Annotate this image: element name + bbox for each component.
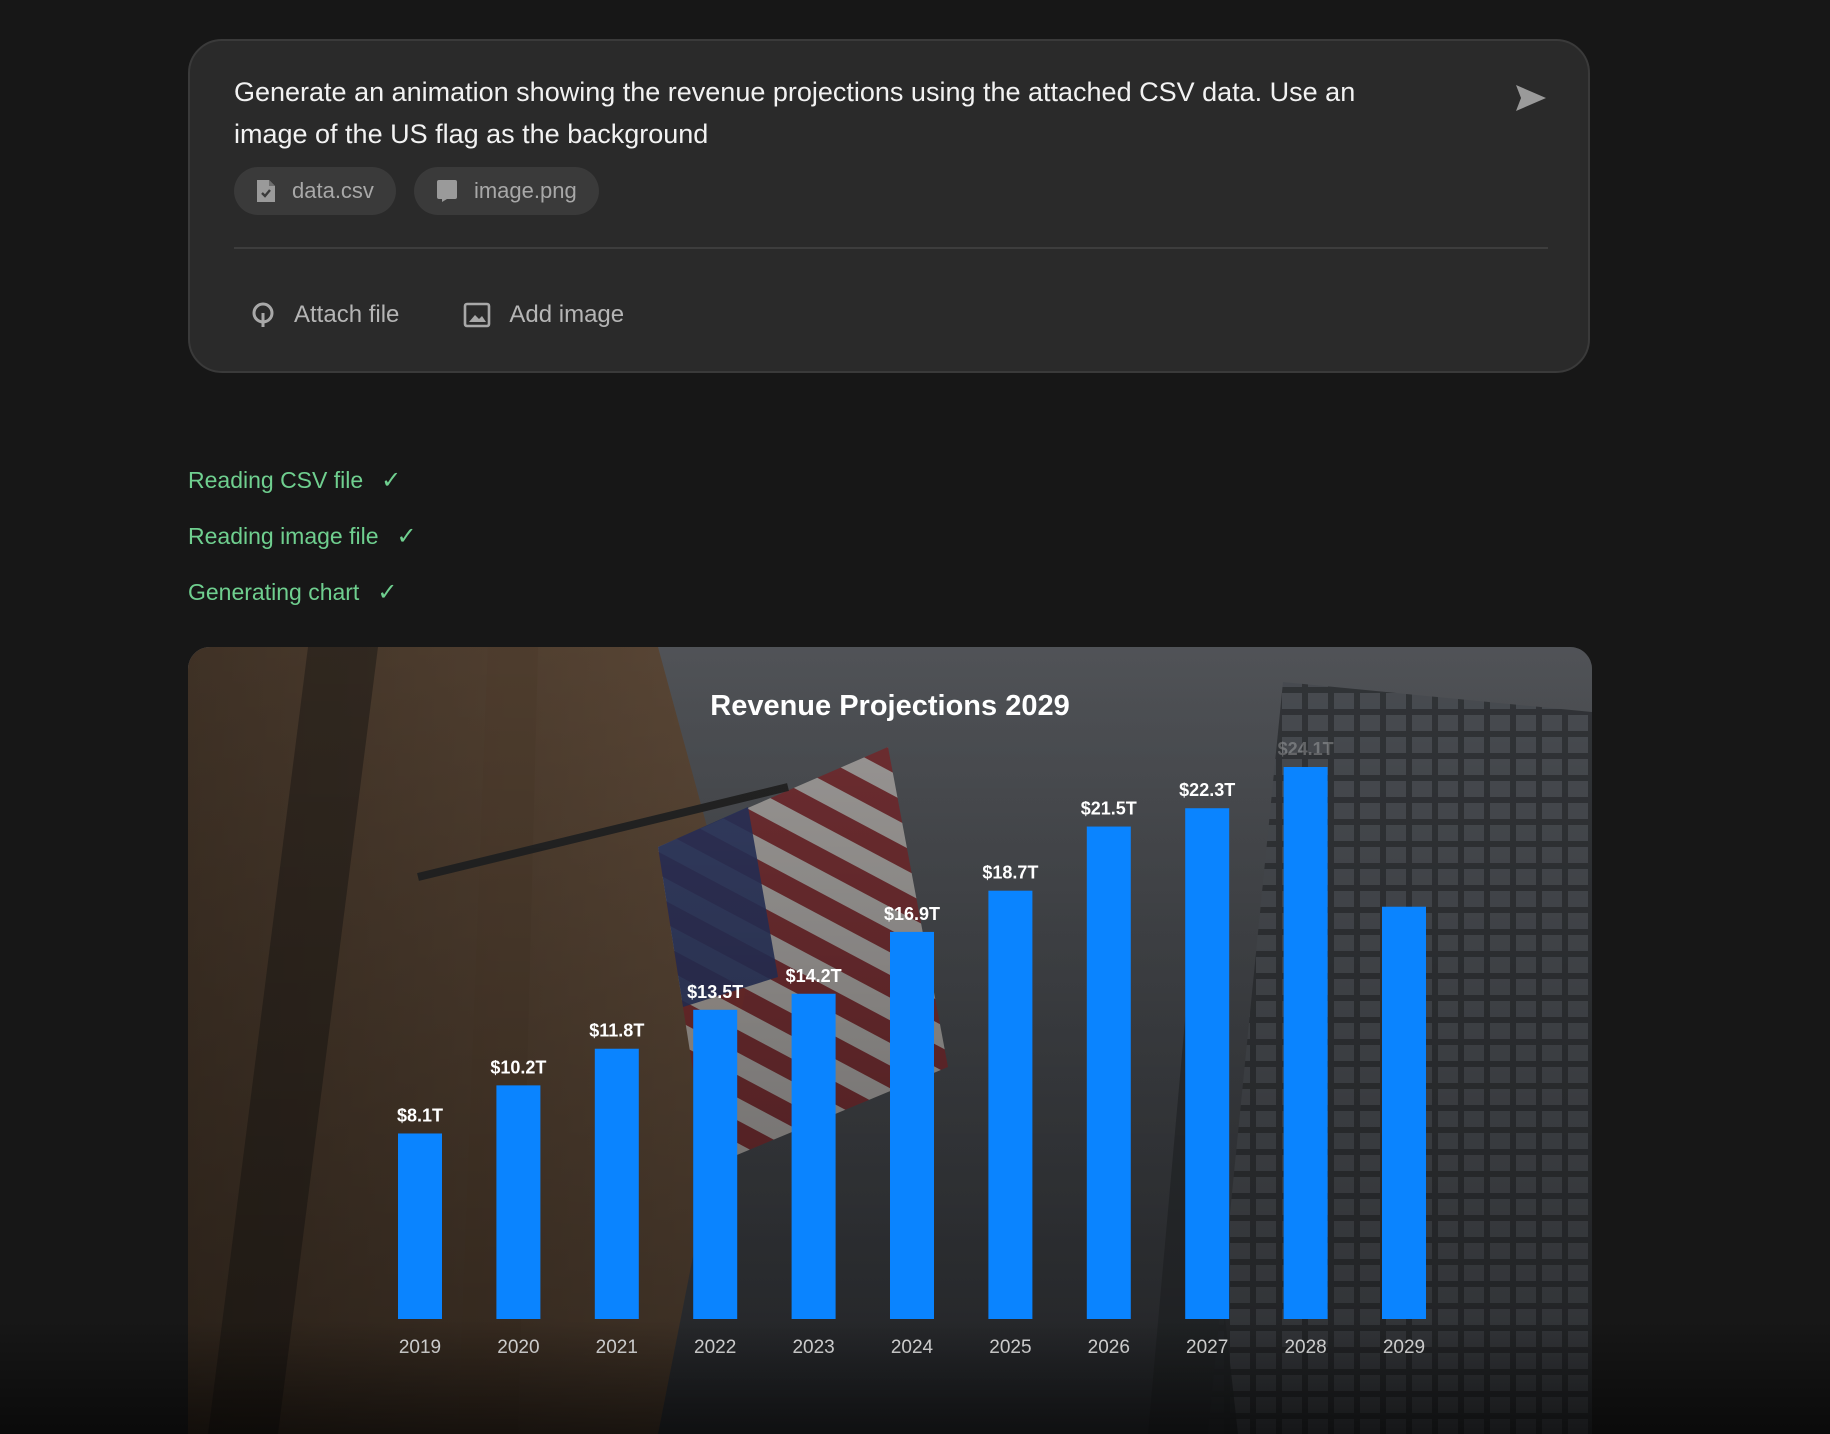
x-tick-label: 2019 [399, 1337, 441, 1358]
bar-2024 [890, 931, 934, 1319]
check-icon: ✓ [396, 522, 417, 550]
status-item: Reading CSV file ✓ [188, 452, 417, 508]
x-tick-label: 2028 [1284, 1337, 1326, 1358]
add-image-label: Add image [509, 301, 625, 328]
paperclip-icon [252, 302, 274, 327]
chart-title: Revenue Projections 2029 [710, 690, 1069, 722]
status-label: Reading image file [188, 522, 379, 549]
status-label: Reading CSV file [188, 466, 364, 493]
bar-2025 [988, 890, 1033, 1319]
bar-value-label: $8.1T [397, 1105, 443, 1125]
x-tick-label: 2020 [497, 1337, 539, 1358]
bar-2021 [594, 1048, 639, 1319]
status-item: Reading image file ✓ [188, 508, 417, 564]
bar-2029 [1382, 906, 1426, 1319]
x-tick-label: 2025 [989, 1337, 1031, 1358]
x-tick-label: 2027 [1186, 1337, 1228, 1358]
x-tick-label: 2026 [1088, 1337, 1130, 1358]
page: Generate an animation showing the revenu… [0, 0, 1830, 1434]
x-tick-label: 2023 [792, 1337, 834, 1358]
bar-value-label: $21.5T [1081, 799, 1137, 819]
bar-2026 [1086, 826, 1131, 1319]
bar-2020 [496, 1085, 541, 1319]
prompt-text[interactable]: Generate an animation showing the revenu… [234, 71, 1434, 155]
status-item: Generating chart ✓ [188, 564, 417, 620]
bar-2019 [398, 1133, 442, 1319]
attachment-name: image.png [473, 178, 577, 203]
bar-value-label: $16.9T [884, 904, 940, 924]
send-button[interactable] [1506, 73, 1556, 123]
bar-value-label: $10.2T [490, 1057, 546, 1077]
file-icon [257, 180, 275, 202]
attachment-name: data.csv [292, 178, 374, 203]
x-tick-label: 2022 [694, 1337, 736, 1358]
x-tick-label: 2024 [891, 1337, 934, 1358]
attachment-chip-csv[interactable]: data.csv [234, 167, 396, 215]
bar-2023 [791, 993, 836, 1319]
bar-value-label: $22.3T [1179, 780, 1235, 800]
check-icon: ✓ [381, 466, 402, 494]
bar-2027 [1185, 808, 1230, 1319]
status-label: Generating chart [188, 578, 360, 605]
revenue-chart: Revenue Projections 2029 $8.1T 2019 $10.2T… [188, 647, 1592, 1434]
attachment-chip-image[interactable]: image.png [413, 167, 599, 215]
bar-value-label: $13.5T [687, 982, 743, 1002]
attachment-chips: data.csv image.png [234, 167, 599, 215]
divider [234, 247, 1548, 249]
attach-file-button[interactable]: Attach file [250, 301, 399, 329]
bar-2022 [693, 1009, 738, 1319]
bar-2028 [1283, 767, 1328, 1319]
bar-value-label: $18.7T [982, 863, 1038, 883]
bar-value-label: $14.2T [786, 966, 842, 986]
image-file-icon [436, 180, 457, 202]
prompt-card: Generate an animation showing the revenu… [188, 39, 1590, 373]
prompt-actions: Attach file Add image [250, 301, 624, 329]
check-icon: ✓ [377, 578, 398, 606]
image-icon [464, 302, 491, 328]
status-list: Reading CSV file ✓ Reading image file ✓ … [188, 452, 417, 620]
add-image-button[interactable]: Add image [463, 301, 624, 329]
bar-value-label: $24.1T [1278, 739, 1334, 759]
x-tick-label: 2029 [1383, 1337, 1425, 1358]
x-tick-label: 2021 [596, 1337, 638, 1358]
send-icon [1516, 85, 1546, 111]
attach-file-label: Attach file [294, 301, 400, 328]
bar-value-label: $11.8T [589, 1021, 644, 1041]
chart-card: Revenue Projections 2029 $8.1T 2019 $10.2T… [188, 647, 1592, 1434]
